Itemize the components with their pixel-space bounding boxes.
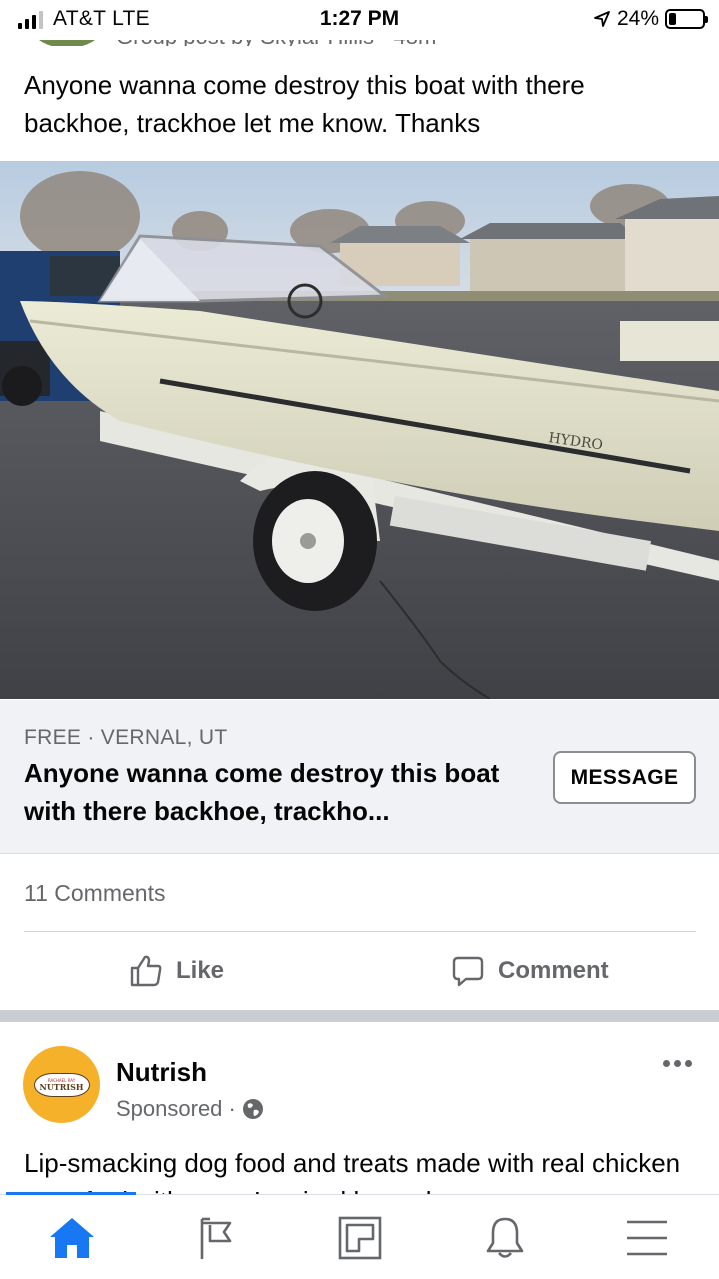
like-button[interactable]: Like [128, 932, 224, 1010]
post-actions: Like Comment [0, 932, 719, 1010]
status-bar: AT&T LTE 1:27 PM 24% [0, 0, 719, 40]
listing-price-location: FREE · VERNAL, UT [24, 726, 228, 749]
battery-icon [665, 9, 708, 29]
menu-icon [627, 1220, 667, 1255]
tab-notifications[interactable] [455, 1195, 555, 1279]
pages-flag-icon [200, 1217, 232, 1259]
location-arrow-icon [594, 11, 610, 27]
comments-count[interactable]: 11 Comments [24, 880, 165, 907]
sponsored-label: Sponsored · [116, 1096, 264, 1122]
globe-icon [242, 1099, 263, 1119]
logo-word: NUTRISH [39, 1081, 84, 1092]
tab-home[interactable] [22, 1195, 122, 1279]
sponsored-post-text: Lip-smacking dog food and treats made wi… [24, 1148, 681, 1196]
sponsored-text: Sponsored · [116, 1096, 236, 1121]
notifications-bell-icon [486, 1217, 524, 1258]
status-right: 24% [593, 7, 708, 31]
advertiser-avatar[interactable]: RACHAEL RAY NUTRISH [23, 1046, 100, 1123]
comment-label: Comment [498, 957, 609, 984]
home-icon [50, 1217, 94, 1258]
thumbs-up-icon [130, 955, 162, 987]
like-label: Like [176, 957, 225, 984]
comment-button[interactable]: Comment [450, 932, 609, 1010]
message-button[interactable]: MESSAGE [553, 751, 696, 804]
tab-menu[interactable] [597, 1195, 697, 1279]
post-text: Anyone wanna come destroy this boat with… [24, 70, 585, 138]
marketplace-listing-card[interactable]: FREE · VERNAL, UT Anyone wanna come dest… [0, 700, 719, 854]
tab-pages[interactable] [166, 1195, 266, 1279]
bottom-tab-bar [0, 1192, 719, 1279]
battery-percent: 24% [616, 7, 659, 30]
boat-photo: HYDRO [0, 161, 719, 699]
advertiser-name[interactable]: Nutrish [116, 1057, 207, 1088]
nutrish-logo: RACHAEL RAY NUTRISH [33, 1072, 90, 1097]
tab-marketplace[interactable] [310, 1195, 410, 1279]
listing-photo[interactable]: HYDRO [0, 161, 719, 699]
marketplace-icon [338, 1216, 382, 1259]
more-options-icon[interactable] [663, 1060, 692, 1067]
listing-title[interactable]: Anyone wanna come destroy this boat with… [24, 754, 534, 830]
comment-bubble-icon [452, 956, 484, 987]
feed-separator [0, 1010, 719, 1022]
